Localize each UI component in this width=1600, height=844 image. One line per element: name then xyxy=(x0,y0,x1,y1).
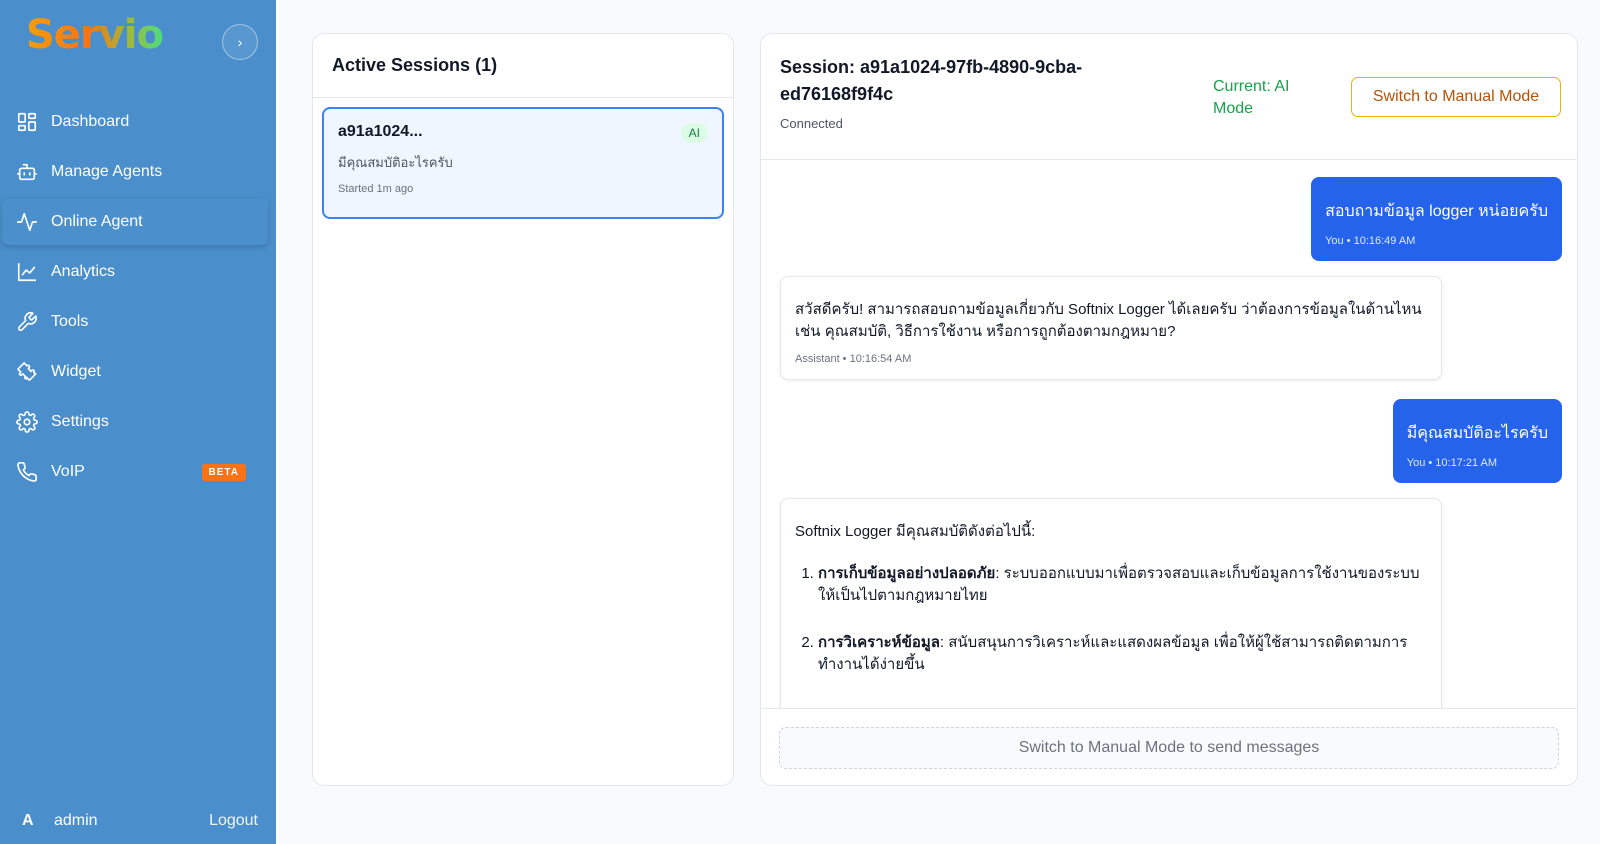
sidebar-item-settings[interactable]: Settings xyxy=(2,399,268,445)
chart-icon xyxy=(16,261,38,283)
user-footer: A admin Logout xyxy=(0,798,276,844)
sidebar-item-analytics[interactable]: Analytics xyxy=(2,249,268,295)
chat-footer: Switch to Manual Mode to send messages xyxy=(761,708,1577,785)
feature-title: การวิเคราะห์ข้อมูล xyxy=(818,634,940,651)
sidebar-item-manage-agents[interactable]: Manage Agents xyxy=(2,149,268,195)
session-last-message: มีคุณสมบัติอะไรครับ xyxy=(338,155,453,170)
sidebar-item-label: Manage Agents xyxy=(51,163,163,180)
username: admin xyxy=(54,812,98,829)
sidebar-item-label: Tools xyxy=(51,313,89,330)
feature-list: การเก็บข้อมูลอย่างปลอดภัย: ระบบออกแบบมาเ… xyxy=(795,563,1427,676)
assistant-message: สวัสดีครับ! สามารถสอบถามข้อมูลเกี่ยวกับ … xyxy=(780,276,1442,380)
sidebar-item-dashboard[interactable]: Dashboard xyxy=(2,99,268,145)
message-list[interactable]: สอบถามข้อมูล logger หน่อยครับ You • 10:1… xyxy=(761,160,1577,708)
list-item: การเก็บข้อมูลอย่างปลอดภัย: ระบบออกแบบมาเ… xyxy=(818,563,1427,607)
message-text: สอบถามข้อมูล logger หน่อยครับ xyxy=(1325,203,1548,220)
puzzle-icon xyxy=(16,361,38,383)
session-title: Session: a91a1024-97fb-4890-9cba-ed76168… xyxy=(780,57,1083,104)
sidebar-collapse-button[interactable]: › xyxy=(222,24,258,60)
ai-mode-badge: AI xyxy=(680,123,708,143)
servio-logo[interactable]: Servio xyxy=(26,12,164,58)
message-text: Softnix Logger มีคุณสมบัติดังต่อไปนี้: xyxy=(795,523,1036,540)
logout-button[interactable]: Logout xyxy=(209,812,258,830)
assistant-message: Softnix Logger มีคุณสมบัติดังต่อไปนี้: ก… xyxy=(780,498,1442,708)
message-text: สวัสดีครับ! สามารถสอบถามข้อมูลเกี่ยวกับ … xyxy=(795,301,1422,340)
sidebar-nav: Dashboard Manage Agents Online Agent Ana… xyxy=(0,99,276,499)
user-message: สอบถามข้อมูล logger หน่อยครับ You • 10:1… xyxy=(1311,177,1562,261)
sidebar-item-widget[interactable]: Widget xyxy=(2,349,268,395)
phone-icon xyxy=(16,461,38,483)
sidebar-item-label: Analytics xyxy=(51,263,116,280)
sidebar-item-tools[interactable]: Tools xyxy=(2,299,268,345)
user-message: มีคุณสมบัติอะไรครับ You • 10:17:21 AM xyxy=(1392,399,1562,483)
sidebar-item-label: Dashboard xyxy=(51,113,130,130)
bot-icon xyxy=(16,161,38,183)
sidebar: Servio › Dashboard Manage Agents Online … xyxy=(0,0,276,844)
connection-status: Connected xyxy=(780,116,843,131)
chat-panel: Session: a91a1024-97fb-4890-9cba-ed76168… xyxy=(760,33,1578,786)
sessions-title: Active Sessions (1) xyxy=(313,34,733,98)
message-text: มีคุณสมบัติอะไรครับ xyxy=(1406,425,1548,442)
sidebar-item-label: VoIP xyxy=(51,463,85,480)
wrench-icon xyxy=(16,311,38,333)
beta-badge: BETA xyxy=(201,464,246,481)
switch-to-manual-mode-button[interactable]: Switch to Manual Mode xyxy=(1351,77,1561,117)
session-started-time: Started 1m ago xyxy=(338,183,414,195)
sidebar-item-label: Settings xyxy=(51,413,109,430)
current-mode-label: Current: AI Mode xyxy=(1213,78,1290,117)
sidebar-item-online-agent[interactable]: Online Agent xyxy=(2,199,268,245)
active-sessions-panel: Active Sessions (1) a91a1024... AI มีคุณ… xyxy=(312,33,734,786)
feature-title: การเก็บข้อมูลอย่างปลอดภัย xyxy=(818,565,996,582)
sidebar-item-voip[interactable]: VoIP BETA xyxy=(2,449,268,495)
sidebar-item-label: Online Agent xyxy=(51,213,143,230)
dashboard-icon xyxy=(16,111,38,133)
message-meta: You • 10:17:21 AM xyxy=(1406,457,1498,469)
session-card[interactable]: a91a1024... AI มีคุณสมบัติอะไรครับ Start… xyxy=(322,107,724,219)
list-item: การวิเคราะห์ข้อมูล: สนับสนุนการวิเคราะห์… xyxy=(818,632,1427,676)
chat-header: Session: a91a1024-97fb-4890-9cba-ed76168… xyxy=(761,34,1577,160)
avatar: A xyxy=(22,812,34,829)
activity-icon xyxy=(16,211,38,233)
message-input-disabled[interactable]: Switch to Manual Mode to send messages xyxy=(779,727,1559,769)
sidebar-item-label: Widget xyxy=(51,363,101,380)
message-meta: You • 10:16:49 AM xyxy=(1325,235,1416,247)
message-meta: Assistant • 10:16:54 AM xyxy=(795,353,912,365)
session-id: a91a1024... xyxy=(338,123,423,140)
gear-icon xyxy=(16,411,38,433)
